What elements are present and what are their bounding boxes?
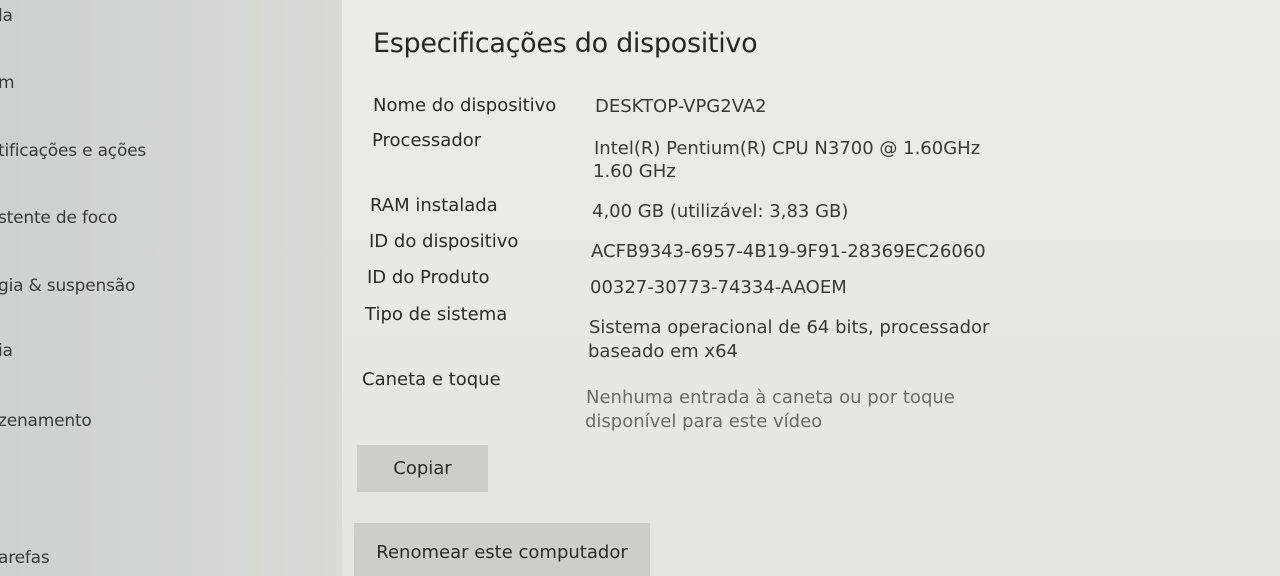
sidebar-item-storage[interactable]: zenamento: [0, 411, 92, 431]
spec-value-processor-speed: 1.60 GHz: [593, 161, 676, 182]
spec-label-device-id: ID do dispositivo: [369, 231, 519, 252]
sidebar-item-focus-assist[interactable]: stente de foco: [0, 208, 117, 228]
spec-label-processor: Processador: [372, 130, 482, 151]
sidebar-item-2[interactable]: m: [0, 73, 15, 93]
sidebar-item-multitasking[interactable]: arefas: [0, 548, 50, 568]
spec-value-pen-touch: Nenhuma entrada à caneta ou por toque: [586, 387, 955, 408]
spec-value-pen-touch-2: disponível para este vídeo: [585, 411, 823, 432]
sidebar-item-notifications[interactable]: tificações e ações: [0, 141, 146, 161]
page-title: Especificações do dispositivo: [373, 28, 758, 59]
spec-label-system-type: Tipo de sistema: [365, 304, 508, 325]
spec-value-device-id: ACFB9343-6957-4B19-9F91-28369EC26060: [591, 241, 986, 262]
spec-value-system-type-2: baseado em x64: [588, 341, 738, 362]
settings-sidebar: la m tificações e ações stente de foco g…: [0, 0, 342, 576]
spec-value-device-name: DESKTOP-VPG2VA2: [595, 96, 767, 117]
rename-pc-button[interactable]: Renomear este computador: [354, 523, 650, 576]
sidebar-item-power-sleep[interactable]: gia & suspensão: [0, 276, 135, 296]
spec-value-product-id: 00327-30773-74334-AAOEM: [590, 277, 847, 298]
copy-button[interactable]: Copiar: [357, 445, 488, 492]
sidebar-item-1[interactable]: la: [0, 6, 13, 26]
spec-label-device-name: Nome do dispositivo: [373, 95, 557, 116]
settings-window: la m tificações e ações stente de foco g…: [0, 0, 1280, 576]
spec-label-product-id: ID do Produto: [367, 267, 490, 288]
sidebar-item-battery[interactable]: ia: [0, 341, 13, 361]
spec-value-processor: Intel(R) Pentium(R) CPU N3700 @ 1.60GHz: [594, 138, 981, 159]
spec-value-ram: 4,00 GB (utilizável: 3,83 GB): [592, 201, 849, 222]
spec-label-pen-touch: Caneta e toque: [362, 369, 501, 390]
spec-value-system-type: Sistema operacional de 64 bits, processa…: [589, 317, 990, 338]
spec-label-ram: RAM instalada: [370, 195, 498, 216]
